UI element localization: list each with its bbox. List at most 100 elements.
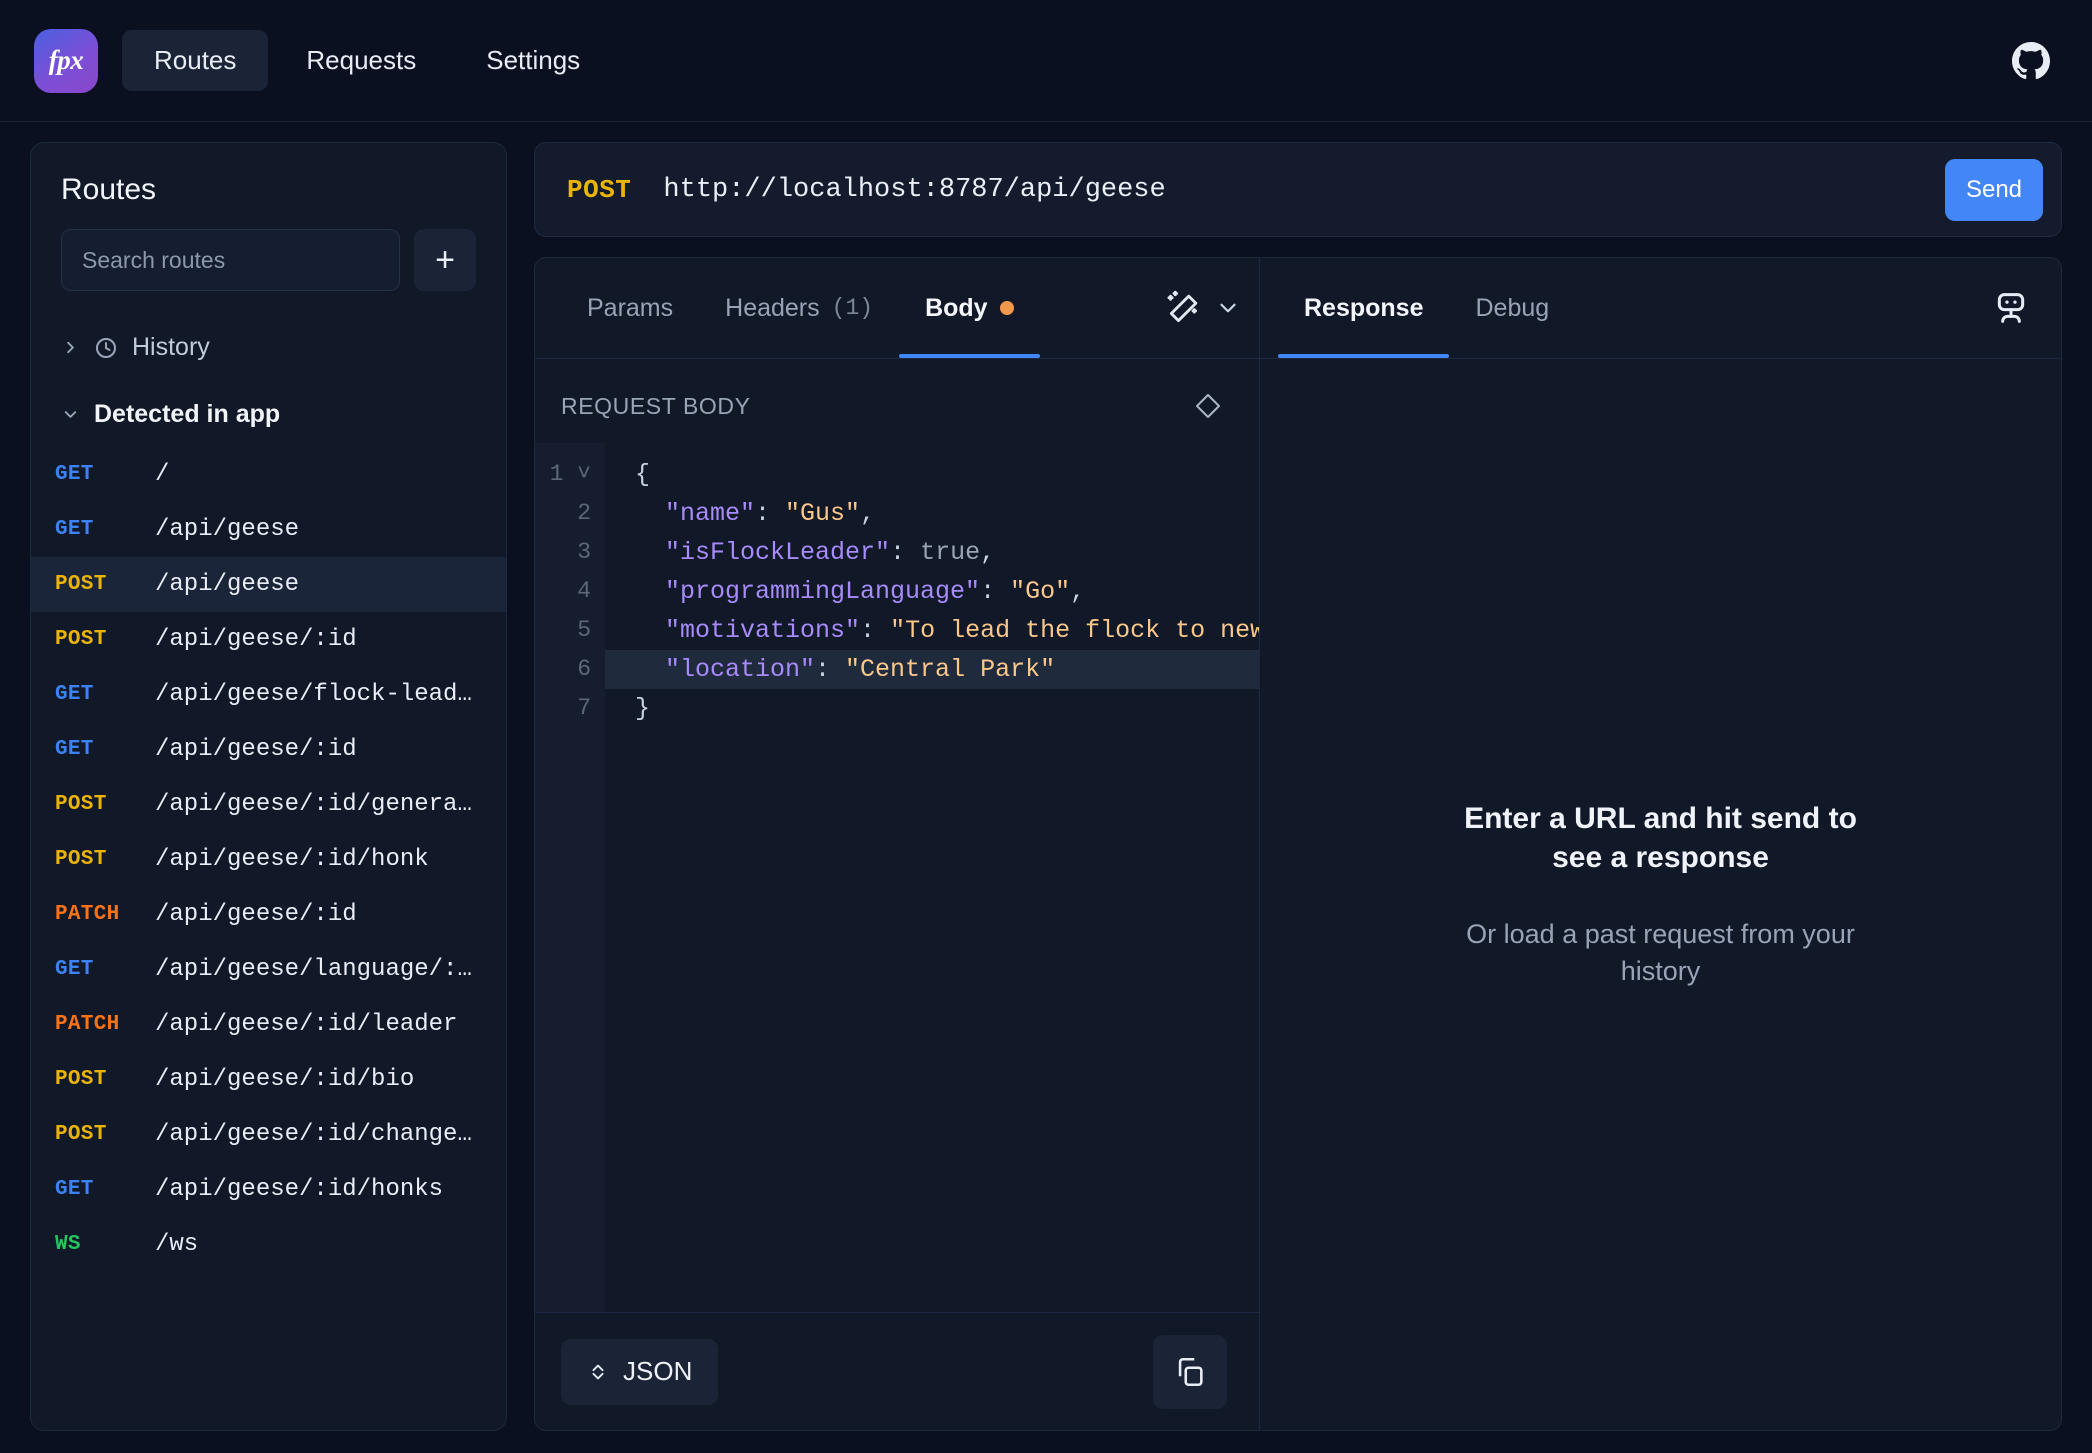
chevron-down-icon[interactable] — [1215, 295, 1241, 321]
diamond-icon[interactable] — [1193, 391, 1223, 421]
route-list-item[interactable]: GET / — [31, 447, 506, 502]
code-token: "motivations" — [635, 616, 861, 645]
route-list-item[interactable]: POST/api/geese/:id/generate — [31, 777, 506, 832]
response-empty-subtitle: Or load a past request from your history — [1466, 918, 1855, 987]
nav-tab-settings[interactable]: Settings — [454, 30, 612, 91]
route-list-item[interactable]: POST/api/geese/:id — [31, 612, 506, 667]
add-route-button[interactable]: + — [414, 229, 476, 291]
route-list-item[interactable]: POST/api/geese/:id/honk — [31, 832, 506, 887]
code-token: "To lead the flock to new heights" — [890, 616, 1259, 645]
content-type-select[interactable]: JSON — [561, 1338, 719, 1405]
route-list-item[interactable]: PATCH/api/geese/:id — [31, 887, 506, 942]
nav-tab-requests[interactable]: Requests — [274, 30, 448, 91]
code-token: "location" — [635, 655, 816, 684]
code-token: "name" — [635, 499, 756, 528]
magic-wand-icon[interactable] — [1165, 289, 1203, 327]
routes-list: GET / GET/api/geese POST/api/geese POST/api/… — [31, 447, 506, 1272]
route-method: POST — [55, 1123, 107, 1146]
robot-icon[interactable] — [1991, 288, 2031, 328]
code-token: { — [635, 460, 651, 489]
panel-body: REQUEST BODY 1 ˅ 2 3 4 5 6 7 { "name": "Gus", … — [535, 358, 2061, 1430]
line-number: 3 — [577, 539, 591, 565]
tab-headers-label: Headers — [725, 293, 820, 322]
route-method: GET — [55, 738, 94, 761]
route-path: /api/geese/:id/leader — [155, 1011, 458, 1038]
send-button[interactable]: Send — [1945, 158, 2043, 221]
content-type-label: JSON — [623, 1356, 693, 1386]
route-path: /api/geese — [155, 516, 300, 543]
route-path: /ws — [155, 1231, 199, 1258]
main-content: POST http://localhost:8787/api/geese Sen… — [534, 142, 2062, 1431]
tab-body[interactable]: Body — [899, 258, 1040, 358]
route-path: /api/geese/:id/bio — [155, 1066, 415, 1093]
tab-response[interactable]: Response — [1278, 258, 1450, 358]
tab-debug-label: Debug — [1475, 293, 1550, 322]
json-body-editor[interactable]: 1 ˅ 2 3 4 5 6 7 { "name": "Gus", "isFlockLeade… — [535, 443, 1259, 1312]
code-token: : — [815, 655, 846, 684]
route-list-item[interactable]: GET/api/geese — [31, 502, 506, 557]
code-line: "name": "Gus", — [605, 494, 1259, 533]
tab-params-label: Params — [587, 293, 674, 322]
route-method: WS — [55, 1233, 81, 1256]
line-number: 5 — [577, 617, 591, 643]
tab-headers[interactable]: Headers (1) — [699, 258, 899, 358]
route-path: /api/geese/:id — [155, 736, 357, 763]
code-token: : — [890, 538, 921, 567]
route-list-item[interactable]: WS/ws — [31, 1217, 506, 1272]
code-line: "programmingLanguage": "Go", — [605, 572, 1259, 611]
routes-sidebar: Routes + History Detected in app GET/GET… — [30, 142, 507, 1431]
chevron-right-icon — [67, 341, 74, 354]
robot-wrap — [1575, 258, 2061, 358]
line-number: 4 — [577, 578, 591, 604]
code-line: "motivations": "To lead the flock to new… — [605, 611, 1259, 650]
url-bar: POST http://localhost:8787/api/geese Sen… — [534, 142, 2062, 237]
response-column: Enter a URL and hit send to see a respon… — [1259, 359, 2061, 1430]
request-url-input[interactable]: http://localhost:8787/api/geese — [663, 175, 1913, 205]
tree-group-history[interactable]: History — [31, 321, 506, 374]
code-token: "isFlockLeader" — [635, 538, 891, 567]
github-icon[interactable] — [2012, 41, 2050, 80]
route-path: /api/geese/:id/generate — [155, 791, 476, 818]
editor-footer: JSON — [535, 1312, 1259, 1430]
route-list-item[interactable]: GET/api/geese/language/:language — [31, 942, 506, 997]
route-method: PATCH — [55, 903, 120, 926]
panel-tabs-row: Params Headers (1) Body Response Debug — [535, 258, 2061, 358]
code-token: : — [860, 616, 891, 645]
route-list-item[interactable]: POST/api/geese/:id/change-name-url-form — [31, 1107, 506, 1162]
tab-debug[interactable]: Debug — [1449, 258, 1575, 358]
tab-params[interactable]: Params — [561, 258, 699, 358]
sidebar-title: Routes — [61, 173, 157, 206]
route-list-item[interactable]: GET/api/geese/:id — [31, 722, 506, 777]
top-navigation-bar: fpx Routes Requests Settings — [0, 0, 2092, 122]
route-list-item[interactable]: GET/api/geese/:id/honks — [31, 1162, 506, 1217]
clock-icon — [96, 337, 116, 358]
route-list-item[interactable]: GET/api/geese/flock-leaders — [31, 667, 506, 722]
nav-tab-routes[interactable]: Routes — [122, 30, 269, 91]
code-token: } — [635, 694, 651, 723]
route-method: POST — [55, 793, 107, 816]
search-routes-input[interactable] — [61, 229, 400, 291]
route-path: /api/geese/:id/honk — [155, 846, 429, 873]
route-method: POST — [55, 628, 107, 651]
route-list-item[interactable]: PATCH/api/geese/:id/leader — [31, 997, 506, 1052]
tree-group-label-history: History — [132, 333, 210, 361]
chevron-down-icon — [64, 411, 77, 418]
tab-response-label: Response — [1304, 293, 1424, 322]
route-path: /api/geese/flock-leaders — [155, 681, 476, 708]
body-modified-dot — [999, 301, 1014, 315]
route-list-item[interactable]: POST/api/geese — [31, 557, 506, 612]
copy-body-button[interactable] — [1153, 1334, 1227, 1409]
editor-code[interactable]: { "name": "Gus", "isFlockLeader": true, … — [605, 443, 1259, 1312]
request-body-column: REQUEST BODY 1 ˅ 2 3 4 5 6 7 { "name": "Gus", … — [535, 359, 1259, 1430]
request-body-label: REQUEST BODY — [561, 392, 751, 419]
code-line: } — [605, 689, 1259, 728]
tree-group-detected[interactable]: Detected in app — [31, 388, 506, 441]
code-token: , — [1070, 577, 1086, 606]
request-method-label: POST — [567, 174, 632, 205]
line-number: 1 ˅ — [549, 461, 591, 487]
code-token: "Central Park" — [845, 655, 1056, 684]
route-path: /api/geese/:id/honks — [155, 1176, 444, 1203]
fpx-logo: fpx — [34, 28, 98, 93]
route-path: / — [155, 461, 170, 488]
route-list-item[interactable]: POST/api/geese/:id/bio — [31, 1052, 506, 1107]
